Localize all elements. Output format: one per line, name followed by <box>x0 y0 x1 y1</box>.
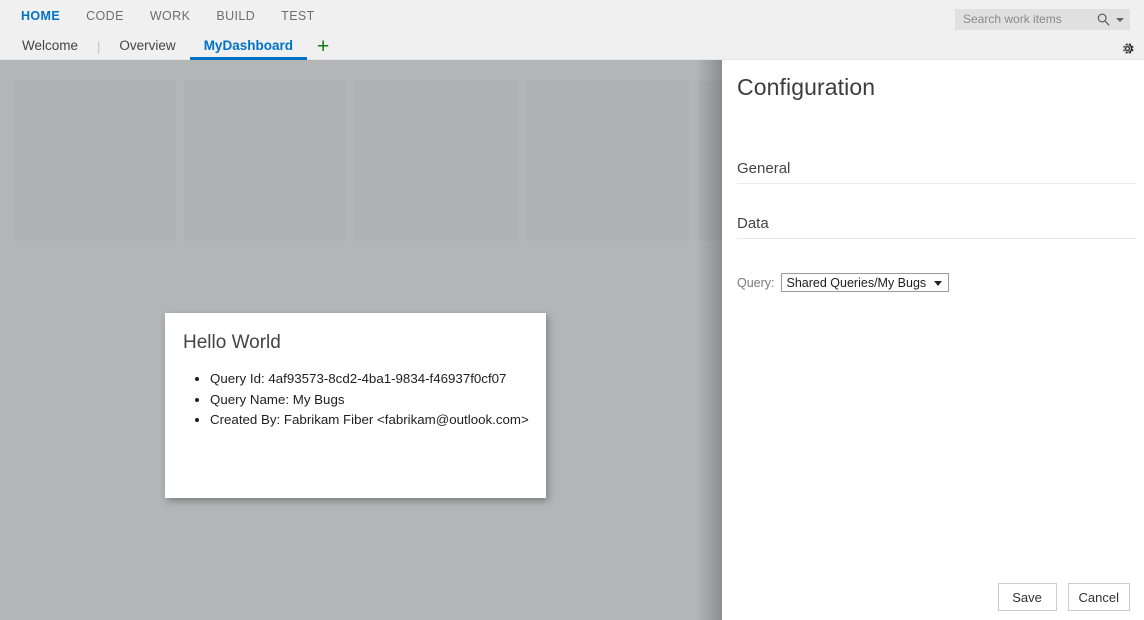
query-select[interactable]: Shared Queries/My Bugs <box>781 273 950 292</box>
add-dashboard-button[interactable]: + <box>307 34 339 60</box>
widget-placeholder-tile[interactable] <box>526 81 689 241</box>
tab-separator: | <box>92 39 105 54</box>
widget-detail-list: Query Id: 4af93573-8cd2-4ba1-9834-f46937… <box>183 369 530 431</box>
widget-placeholder-tile[interactable] <box>184 81 347 241</box>
widget-placeholder-tile[interactable] <box>13 81 176 241</box>
query-label: Query: <box>737 276 775 290</box>
dashboard-tab-strip: Welcome | Overview MyDashboard + <box>0 33 1144 60</box>
hub-group: HOME CODE WORK BUILD TEST <box>8 0 328 33</box>
hello-world-widget[interactable]: Hello World Query Id: 4af93573-8cd2-4ba1… <box>165 313 546 498</box>
save-button[interactable]: Save <box>998 583 1057 611</box>
list-item: Query Name: My Bugs <box>210 390 530 411</box>
list-item: Query Id: 4af93573-8cd2-4ba1-9834-f46937… <box>210 369 530 390</box>
widget-title: Hello World <box>183 331 530 355</box>
dashboard-canvas: Hello World Query Id: 4af93573-8cd2-4ba1… <box>0 60 722 620</box>
panel-title: Configuration <box>737 74 875 101</box>
hub-test[interactable]: TEST <box>268 0 328 33</box>
search-box[interactable]: Search work items <box>955 9 1130 30</box>
hub-home[interactable]: HOME <box>8 0 73 33</box>
top-navigation-bar: HOME CODE WORK BUILD TEST Search work it… <box>0 0 1144 33</box>
tab-overview[interactable]: Overview <box>105 33 189 60</box>
chevron-down-icon[interactable] <box>1116 18 1124 22</box>
list-item: Created By: Fabrikam Fiber <fabrikam@out… <box>210 410 530 431</box>
widget-placeholder-tile[interactable] <box>697 81 722 241</box>
search-icon[interactable] <box>1096 12 1111 27</box>
section-header-data: Data <box>737 215 1136 239</box>
cancel-button[interactable]: Cancel <box>1068 583 1130 611</box>
tab-welcome[interactable]: Welcome <box>8 33 92 60</box>
panel-action-buttons: Save Cancel <box>987 583 1130 611</box>
hub-work[interactable]: WORK <box>137 0 204 33</box>
section-header-general: General <box>737 160 1136 184</box>
settings-button[interactable] <box>1116 38 1138 58</box>
configuration-panel: Configuration General Data Query: Shared… <box>722 60 1144 620</box>
query-field-row: Query: Shared Queries/My Bugs <box>737 273 949 292</box>
hub-code[interactable]: CODE <box>73 0 137 33</box>
widget-placeholder-tile[interactable] <box>355 81 518 241</box>
widget-placeholder-row <box>13 81 722 241</box>
tab-list: Welcome | Overview MyDashboard + <box>8 33 339 60</box>
gear-icon[interactable] <box>1120 41 1135 56</box>
hub-build[interactable]: BUILD <box>203 0 268 33</box>
tab-mydashboard[interactable]: MyDashboard <box>190 33 307 60</box>
chevron-down-icon[interactable] <box>934 281 942 286</box>
search-input[interactable]: Search work items <box>963 9 1096 30</box>
query-select-value: Shared Queries/My Bugs <box>787 276 927 290</box>
app-root: HOME CODE WORK BUILD TEST Search work it… <box>0 0 1144 620</box>
